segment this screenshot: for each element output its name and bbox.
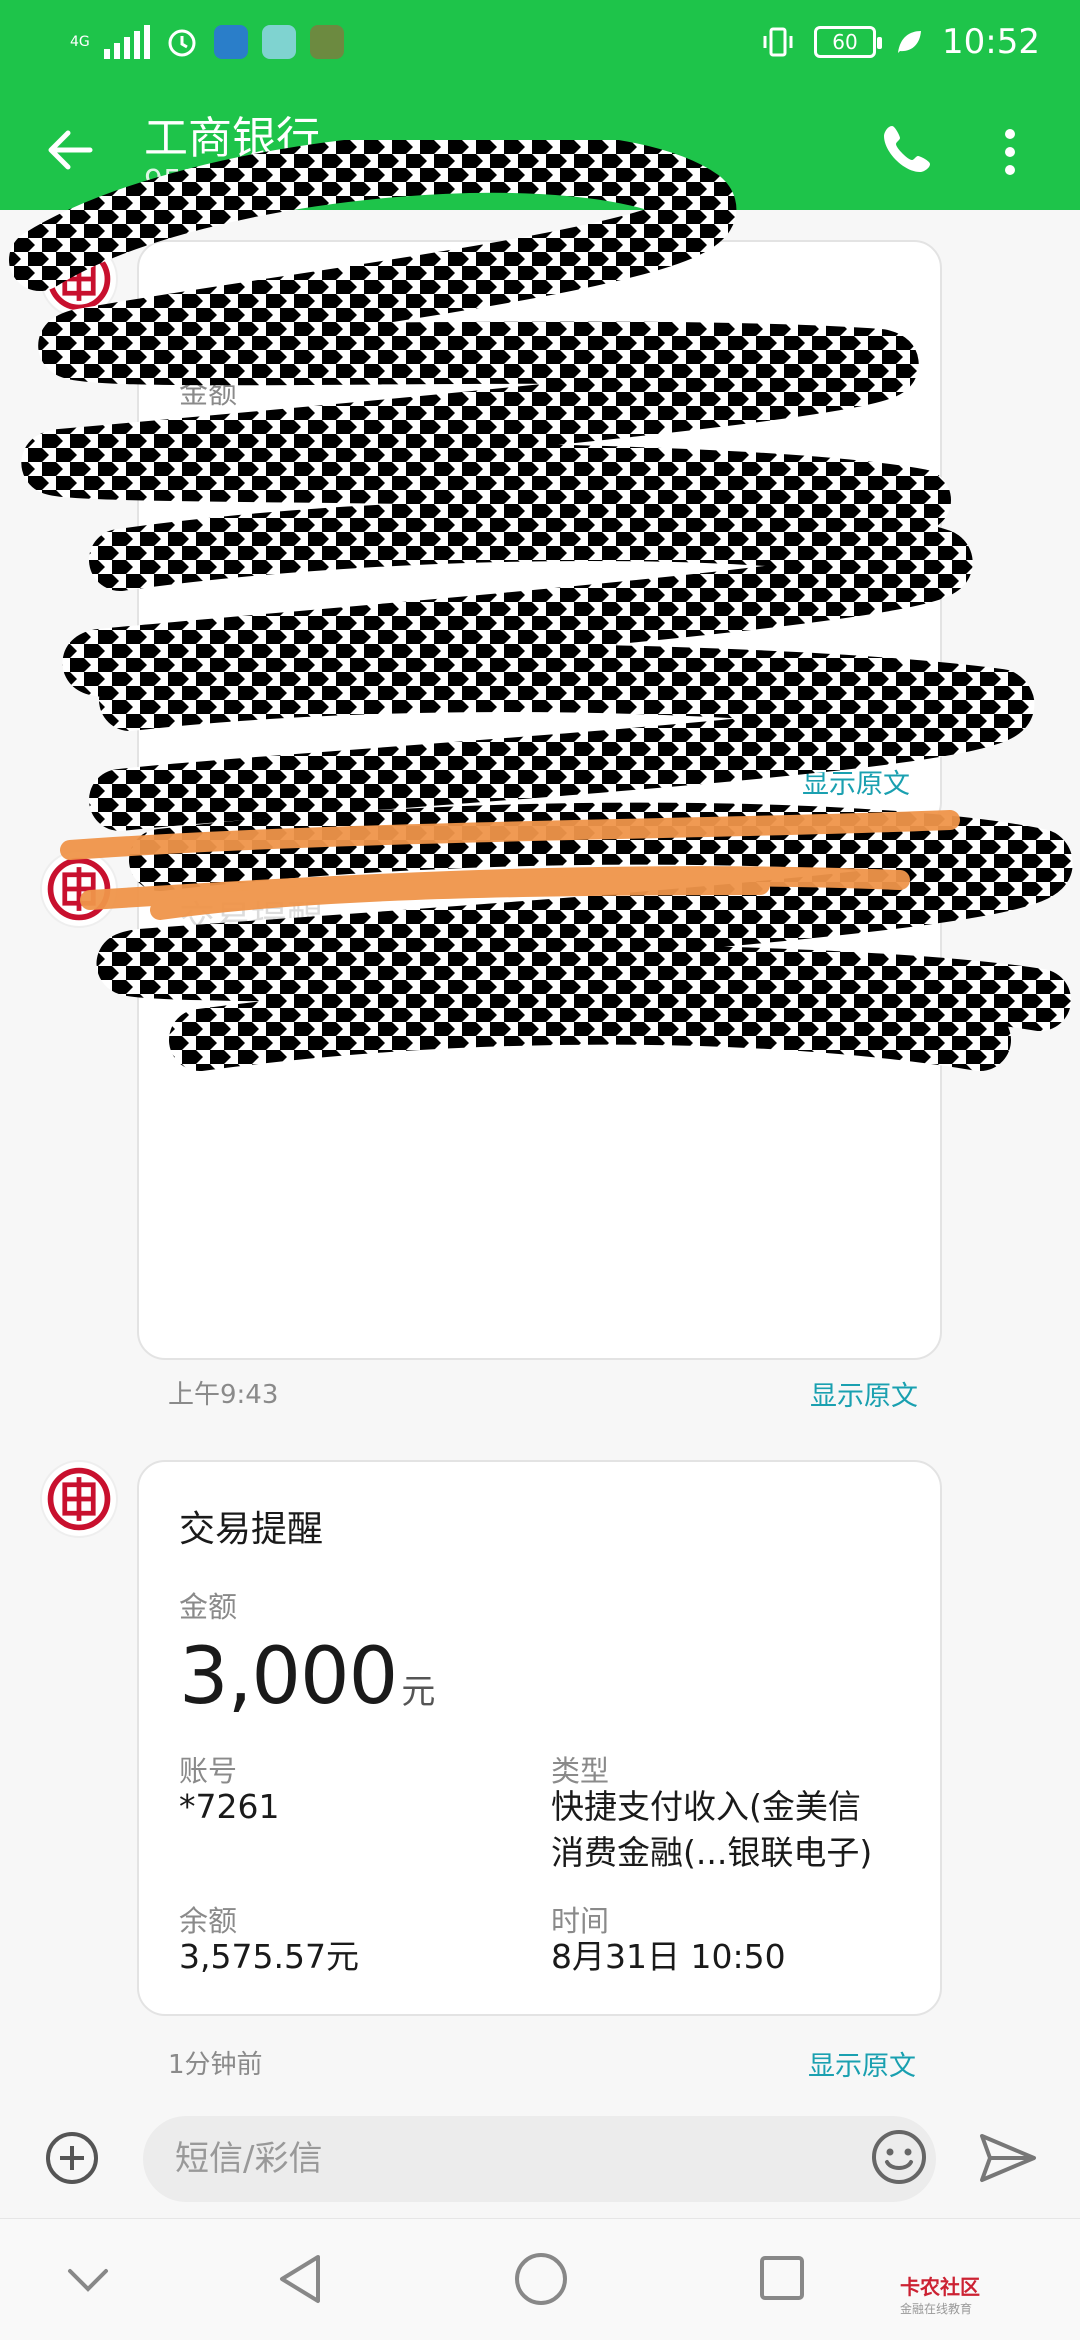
type-value-line-2: 消费金融(...银联电子)	[551, 1833, 873, 1872]
clock: 10:52	[942, 22, 1040, 62]
show-original-link[interactable]: 显示原文	[810, 1374, 918, 1413]
message-card[interactable]: 交易提醒 金额 账号 余额 显示原文	[137, 240, 942, 830]
bank-logo-icon	[40, 1460, 118, 1538]
amount-unit: 元	[401, 1672, 435, 1712]
amount-label: 金额	[179, 1590, 238, 1624]
amount-value: 3,000 元	[179, 1632, 435, 1722]
app-header: 4G 60 10:52 工商银行 95588	[0, 0, 1080, 210]
more-vert-icon[interactable]	[990, 124, 1030, 180]
type-value-line-1: 快捷支付收入(金美信	[551, 1787, 861, 1826]
signal-icon	[103, 25, 150, 59]
network-type: 4G	[70, 34, 90, 50]
contact-number: 95588	[144, 164, 240, 199]
bank-logo-icon	[40, 240, 118, 318]
battery-icon: 60	[814, 26, 883, 58]
contact-name: 工商银行	[144, 113, 320, 164]
send-icon[interactable]	[978, 2130, 1038, 2186]
back-arrow-icon[interactable]	[40, 120, 100, 180]
card-title: 交易提醒	[179, 289, 324, 330]
message-time: 1分钟前	[168, 2050, 263, 2080]
watermark: 卡农社区 金融在线教育	[900, 2271, 980, 2317]
alarm-icon	[168, 29, 196, 57]
message-composer	[0, 2090, 1080, 2220]
card-title: 交易提醒	[179, 899, 324, 940]
vibrate-icon	[763, 27, 793, 57]
system-nav-bar: 卡农社区 金融在线教育	[0, 2218, 1080, 2340]
amount-number: 3,000	[179, 1632, 398, 1722]
balance-label: 余额	[179, 636, 238, 670]
nav-back-icon[interactable]	[274, 2251, 324, 2307]
nav-home-icon[interactable]	[513, 2251, 569, 2307]
status-bar: 4G 60 10:52	[0, 0, 1080, 90]
phone-icon[interactable]	[878, 120, 936, 178]
watermark-line-2: 金融在线教育	[900, 2302, 973, 2316]
conversation-header: 工商银行 95588	[0, 90, 1080, 210]
app-notification-icon	[261, 25, 296, 59]
show-original-link[interactable]: 显示原文	[802, 762, 910, 801]
watermark-line-1: 卡农社区	[900, 2275, 980, 2299]
datetime-value: 8月31日 10:50	[551, 1937, 786, 1976]
message-time: 上午9:43	[168, 1380, 279, 1410]
nav-down-icon[interactable]	[66, 2267, 110, 2295]
leaf-icon	[898, 31, 922, 53]
show-original-link[interactable]: 显示原文	[808, 2044, 916, 2083]
account-value: *7261	[179, 1787, 280, 1826]
account-label: 账号	[179, 536, 238, 570]
amount-label: 金额	[179, 376, 238, 410]
message-card[interactable]: 交易提醒	[137, 850, 942, 1360]
bank-logo-icon	[40, 850, 118, 928]
add-icon[interactable]	[44, 2130, 100, 2186]
game-app-icon	[309, 25, 344, 59]
card-title: 交易提醒	[179, 1509, 324, 1550]
message-card[interactable]: 交易提醒 金额 3,000 元 账号 *7261 类型 快捷支付收入(金美信 消费…	[137, 1460, 942, 2016]
shield-app-icon	[213, 25, 248, 59]
message-input[interactable]	[143, 2116, 936, 2202]
nav-recents-icon[interactable]	[757, 2253, 807, 2303]
emoji-icon[interactable]	[870, 2128, 928, 2186]
balance-value: 3,575.57元	[179, 1937, 359, 1976]
